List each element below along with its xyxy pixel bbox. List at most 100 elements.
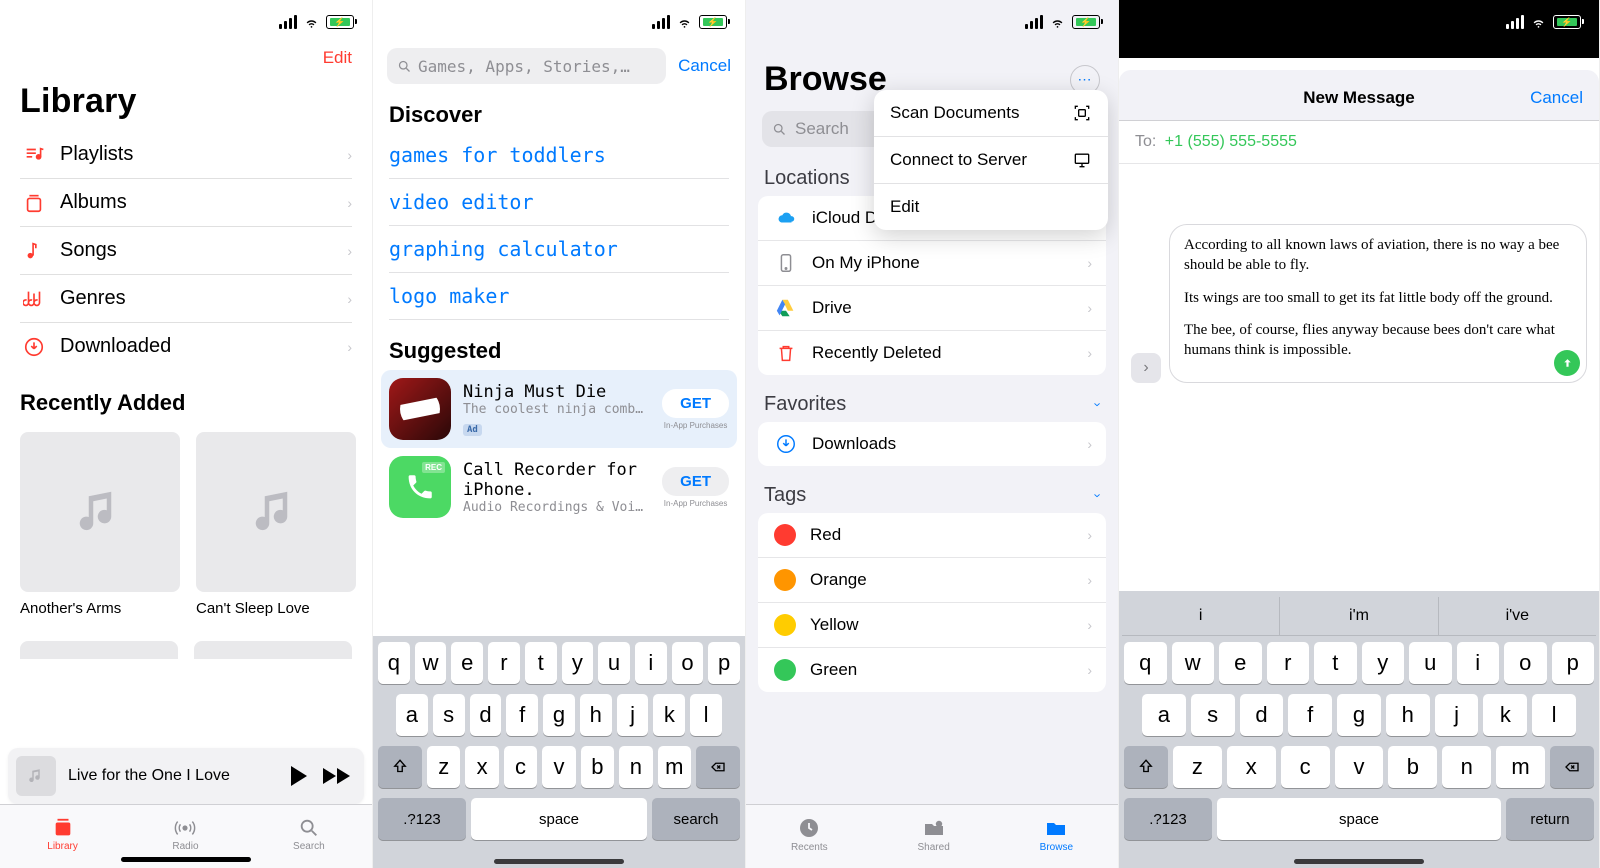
tab-recents[interactable]: Recents xyxy=(791,816,828,853)
key-d[interactable]: d xyxy=(470,694,502,736)
tab-radio[interactable]: Radio xyxy=(172,817,198,852)
shift-key[interactable] xyxy=(378,746,422,788)
key-j[interactable]: j xyxy=(617,694,649,736)
key-w[interactable]: w xyxy=(1172,642,1215,684)
key-r[interactable]: r xyxy=(488,642,520,684)
discover-suggestion[interactable]: games for toddlers xyxy=(389,132,729,179)
prediction[interactable]: i'm xyxy=(1280,597,1438,635)
location-iphone[interactable]: On My iPhone › xyxy=(758,241,1106,286)
play-icon[interactable] xyxy=(291,766,307,786)
to-field[interactable]: To: +1 (555) 555-5555 xyxy=(1119,121,1599,164)
key-v[interactable]: v xyxy=(1335,746,1384,788)
key-h[interactable]: h xyxy=(580,694,612,736)
tab-search[interactable]: Search xyxy=(293,817,325,852)
message-input-bubble[interactable]: According to all known laws of aviation,… xyxy=(1169,224,1587,383)
search-key[interactable]: search xyxy=(652,798,740,840)
backspace-key[interactable] xyxy=(696,746,740,788)
key-i[interactable]: i xyxy=(635,642,667,684)
library-item-playlists[interactable]: Playlists › xyxy=(20,131,352,179)
key-a[interactable]: a xyxy=(1142,694,1186,736)
discover-suggestion[interactable]: video editor xyxy=(389,179,729,226)
expand-button[interactable]: › xyxy=(1131,353,1161,383)
discover-suggestion[interactable]: logo maker xyxy=(389,273,729,320)
key-n[interactable]: n xyxy=(1442,746,1491,788)
backspace-key[interactable] xyxy=(1550,746,1594,788)
numbers-key[interactable]: .?123 xyxy=(378,798,466,840)
key-q[interactable]: q xyxy=(1124,642,1167,684)
key-l[interactable]: l xyxy=(1532,694,1576,736)
key-i[interactable]: i xyxy=(1457,642,1500,684)
discover-suggestion[interactable]: graphing calculator xyxy=(389,226,729,273)
key-z[interactable]: z xyxy=(1173,746,1222,788)
tab-browse[interactable]: Browse xyxy=(1040,816,1073,853)
key-w[interactable]: w xyxy=(415,642,447,684)
key-y[interactable]: y xyxy=(1362,642,1405,684)
key-x[interactable]: x xyxy=(465,746,498,788)
chevron-down-icon[interactable]: › xyxy=(1090,493,1105,497)
library-item-songs[interactable]: Songs › xyxy=(20,227,352,275)
space-key[interactable]: space xyxy=(1217,798,1501,840)
favorite-downloads[interactable]: Downloads › xyxy=(758,422,1106,466)
key-l[interactable]: l xyxy=(690,694,722,736)
numbers-key[interactable]: .?123 xyxy=(1124,798,1212,840)
key-k[interactable]: k xyxy=(1483,694,1527,736)
edit-button[interactable]: Edit xyxy=(323,48,352,67)
key-c[interactable]: c xyxy=(1281,746,1330,788)
menu-edit[interactable]: Edit xyxy=(874,184,1108,230)
prediction[interactable]: i've xyxy=(1439,597,1596,635)
location-recently-deleted[interactable]: Recently Deleted › xyxy=(758,331,1106,375)
key-m[interactable]: m xyxy=(1496,746,1545,788)
album-item[interactable]: Can't Sleep Love xyxy=(196,432,356,617)
key-k[interactable]: k xyxy=(653,694,685,736)
library-item-downloaded[interactable]: Downloaded › xyxy=(20,323,352,370)
home-indicator[interactable] xyxy=(494,859,624,864)
key-z[interactable]: z xyxy=(427,746,460,788)
key-e[interactable]: e xyxy=(451,642,483,684)
menu-connect-server[interactable]: Connect to Server xyxy=(874,137,1108,184)
key-e[interactable]: e xyxy=(1219,642,1262,684)
now-playing-bar[interactable]: Live for the One I Love xyxy=(8,748,364,804)
cancel-button[interactable]: Cancel xyxy=(678,56,731,76)
key-r[interactable]: r xyxy=(1267,642,1310,684)
key-f[interactable]: f xyxy=(506,694,538,736)
menu-scan-documents[interactable]: Scan Documents xyxy=(874,90,1108,137)
fast-forward-icon[interactable] xyxy=(323,768,350,784)
key-o[interactable]: o xyxy=(672,642,704,684)
key-s[interactable]: s xyxy=(1191,694,1235,736)
key-n[interactable]: n xyxy=(619,746,652,788)
prediction[interactable]: i xyxy=(1122,597,1280,635)
return-key[interactable]: return xyxy=(1506,798,1594,840)
key-g[interactable]: g xyxy=(543,694,575,736)
key-d[interactable]: d xyxy=(1240,694,1284,736)
location-drive[interactable]: Drive › xyxy=(758,286,1106,331)
library-item-albums[interactable]: Albums › xyxy=(20,179,352,227)
suggested-app[interactable]: Ninja Must Die The coolest ninja combat…… xyxy=(381,370,737,448)
search-input[interactable]: Games, Apps, Stories,… xyxy=(387,48,666,84)
key-p[interactable]: p xyxy=(708,642,740,684)
get-button[interactable]: GET xyxy=(662,467,729,496)
suggested-app[interactable]: REC Call Recorder for iPhone. Audio Reco… xyxy=(373,448,745,526)
home-indicator[interactable] xyxy=(1294,859,1424,864)
key-f[interactable]: f xyxy=(1288,694,1332,736)
key-u[interactable]: u xyxy=(1409,642,1452,684)
key-b[interactable]: b xyxy=(581,746,614,788)
key-v[interactable]: v xyxy=(542,746,575,788)
cancel-button[interactable]: Cancel xyxy=(1530,88,1583,108)
tag-item[interactable]: Green› xyxy=(758,648,1106,692)
tag-item[interactable]: Yellow› xyxy=(758,603,1106,648)
tab-shared[interactable]: Shared xyxy=(918,816,950,853)
key-u[interactable]: u xyxy=(598,642,630,684)
key-c[interactable]: c xyxy=(504,746,537,788)
library-item-genres[interactable]: Genres › xyxy=(20,275,352,323)
space-key[interactable]: space xyxy=(471,798,647,840)
key-y[interactable]: y xyxy=(562,642,594,684)
tag-item[interactable]: Red› xyxy=(758,513,1106,558)
key-g[interactable]: g xyxy=(1337,694,1381,736)
key-j[interactable]: j xyxy=(1435,694,1479,736)
key-h[interactable]: h xyxy=(1386,694,1430,736)
key-p[interactable]: p xyxy=(1552,642,1595,684)
key-a[interactable]: a xyxy=(396,694,428,736)
key-x[interactable]: x xyxy=(1227,746,1276,788)
chevron-down-icon[interactable]: › xyxy=(1090,402,1105,406)
key-t[interactable]: t xyxy=(1314,642,1357,684)
